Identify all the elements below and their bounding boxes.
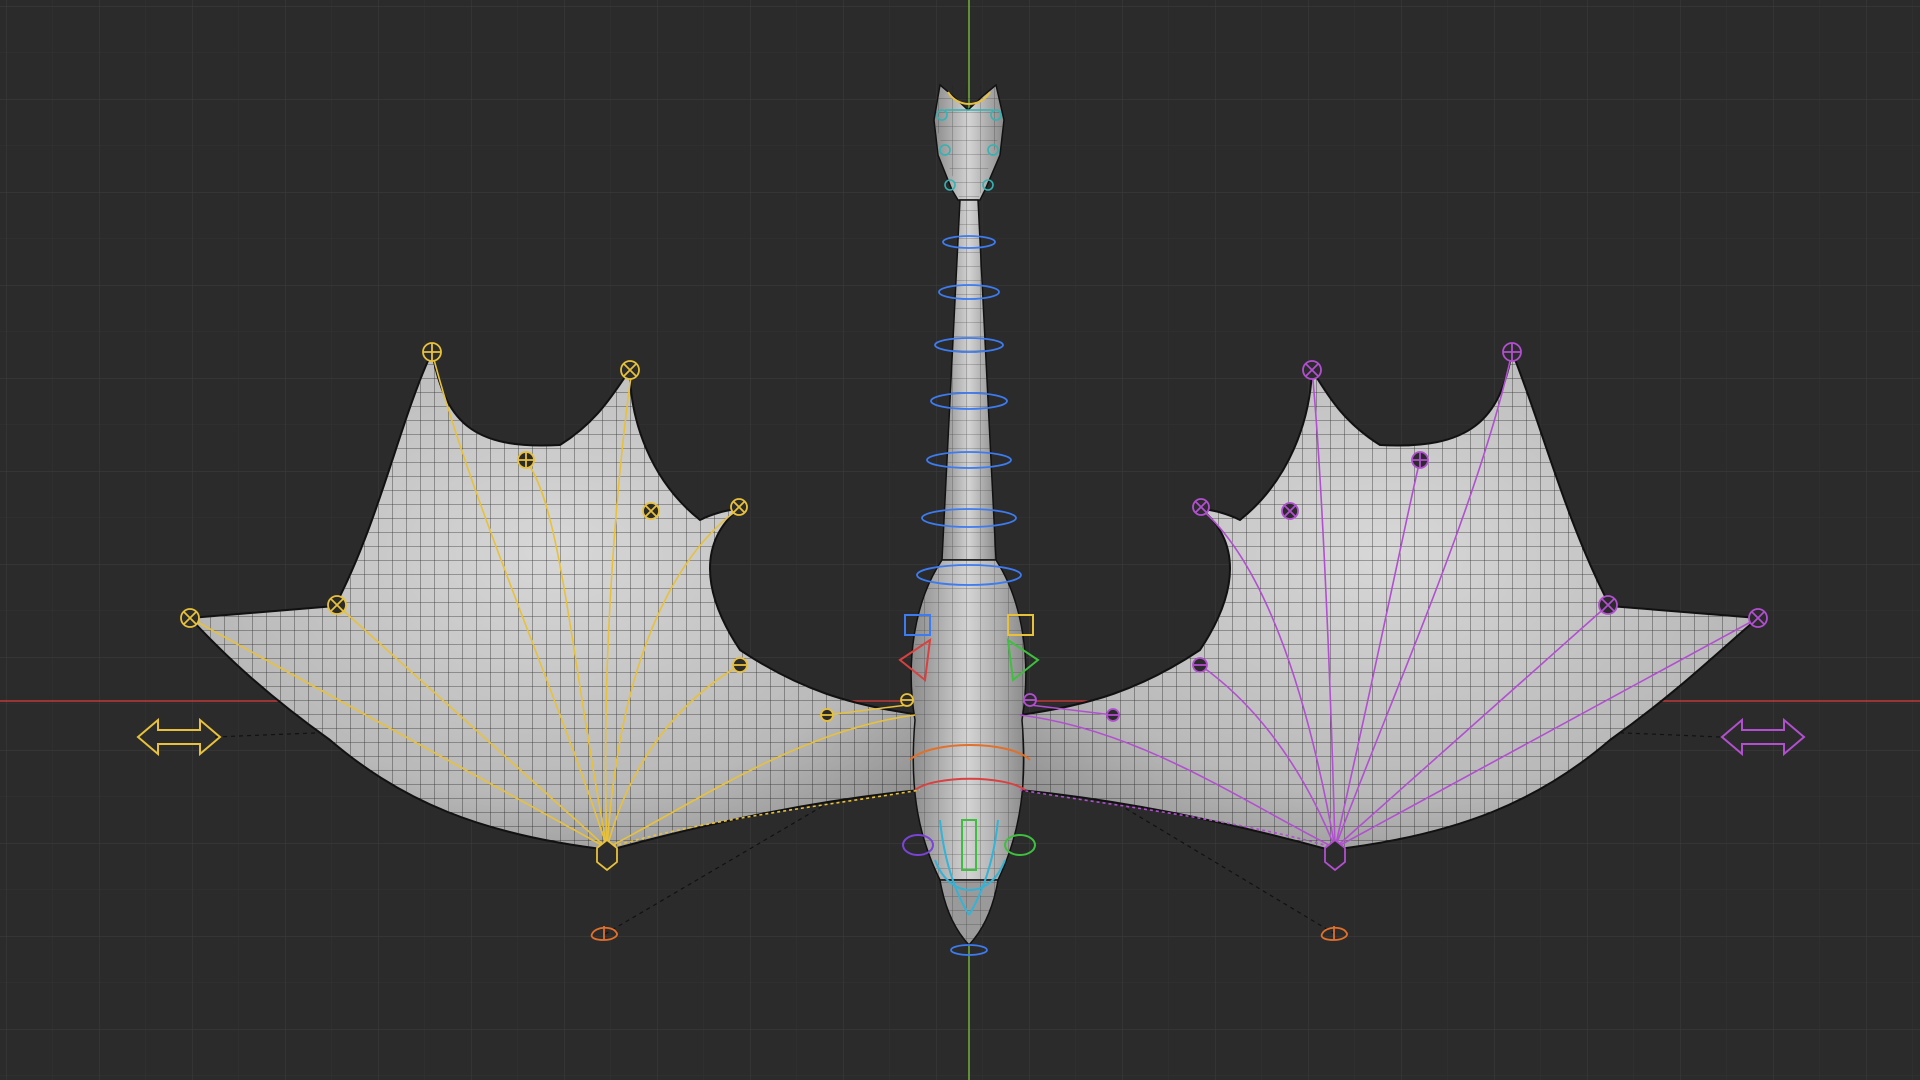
- viewport-canvas[interactable]: [0, 0, 1920, 1080]
- 3d-viewport[interactable]: [0, 0, 1920, 1080]
